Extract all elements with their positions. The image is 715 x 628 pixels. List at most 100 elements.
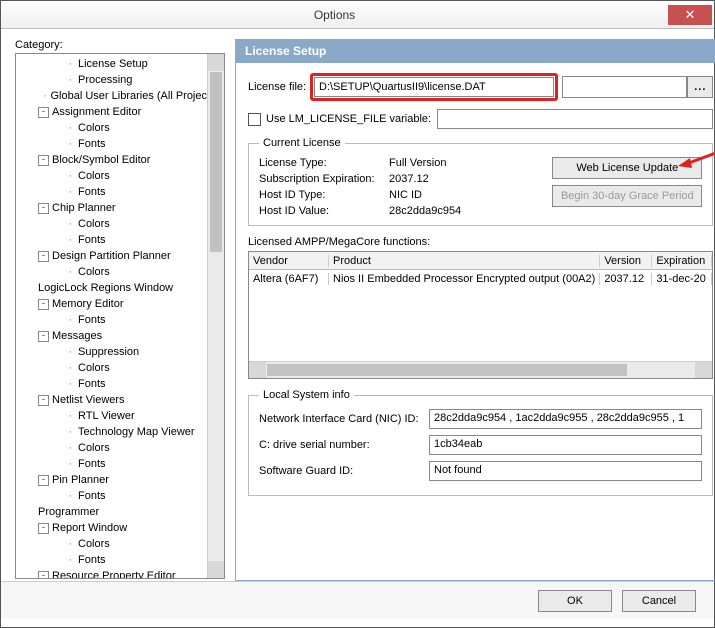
table-header[interactable]: Vendor Product Version Expiration [249,252,712,270]
browse-button[interactable]: ... [687,76,713,98]
license-file-input-ext[interactable] [562,76,687,98]
tree-item[interactable]: ·Colors [16,264,207,280]
tree-item-label: Memory Editor [52,298,124,310]
table-hscrollbar[interactable] [249,361,712,378]
hscroll-thumb[interactable] [267,364,627,376]
tree-item[interactable]: ·Suppression [16,344,207,360]
expand-icon[interactable]: - [38,203,49,214]
tree-item-label: Global User Libraries (All Projec [51,90,208,102]
tree-item-label: Block/Symbol Editor [52,154,150,166]
local-system-group: Local System info Network Interface Card… [248,389,713,496]
use-lm-checkbox[interactable] [248,113,261,126]
tree-item[interactable]: -Design Partition Planner [16,248,207,264]
tree-item[interactable]: ·Colors [16,440,207,456]
tree-item[interactable]: ·Colors [16,120,207,136]
tree-item[interactable]: ·Fonts [16,488,207,504]
tree-item[interactable]: ·Technology Map Viewer [16,424,207,440]
tree-item[interactable]: -Assignment Editor [16,104,207,120]
tree-item-label: Fonts [78,378,106,390]
close-button[interactable]: ✕ [668,5,712,25]
tree-item[interactable]: ·Fonts [16,136,207,152]
tree-item[interactable]: ·Colors [16,216,207,232]
license-file-input[interactable] [314,77,554,97]
web-license-update-button[interactable]: Web License Update [552,157,702,179]
lic-type-label: License Type: [259,157,389,169]
tree-bullet-icon: · [66,346,75,358]
scrollbar-thumb[interactable] [210,72,222,252]
tree-item[interactable]: -Memory Editor [16,296,207,312]
tree-bullet-icon: · [66,122,75,134]
tree-item[interactable]: ·License Setup [16,56,207,72]
tree-item-label: Fonts [78,458,106,470]
expand-icon[interactable]: - [38,571,49,579]
tree-item[interactable]: ·RTL Viewer [16,408,207,424]
tree-bullet-icon: · [66,538,75,550]
expand-icon[interactable]: - [38,155,49,166]
col-expiration[interactable]: Expiration [652,255,712,267]
tree-item[interactable]: ·Colors [16,168,207,184]
tree-bullet-icon: · [66,442,75,454]
tree-item[interactable]: ·Fonts [16,376,207,392]
ellipsis-icon: ... [694,81,706,93]
grace-period-button: Begin 30-day Grace Period [552,185,702,207]
guard-id-label: Software Guard ID: [259,465,429,477]
tree-bullet-icon: · [66,218,75,230]
use-lm-input[interactable] [437,109,713,129]
tree-bullet-icon: · [66,266,75,278]
category-tree[interactable]: ·License Setup·Processing·Global User Li… [16,54,207,578]
sub-exp-label: Subscription Expiration: [259,173,389,185]
tree-item[interactable]: ·Fonts [16,232,207,248]
tree-item[interactable]: ·Colors [16,360,207,376]
tree-bullet-icon: · [66,362,75,374]
expand-icon[interactable]: - [38,299,49,310]
cell-product: Nios II Embedded Processor Encrypted out… [329,273,600,285]
expand-icon[interactable]: - [38,523,49,534]
tree-scrollbar[interactable] [207,54,224,578]
tree-bullet-icon: · [66,74,75,86]
tree-item[interactable]: -Netlist Viewers [16,392,207,408]
tree-bullet-icon: · [66,490,75,502]
c-drive-label: C: drive serial number: [259,439,429,451]
expand-icon[interactable]: - [38,251,49,262]
col-product[interactable]: Product [329,255,600,267]
tree-item[interactable]: ·Fonts [16,312,207,328]
cell-version: 2037.12 [600,273,652,285]
expand-icon[interactable]: - [38,331,49,342]
panel-header: License Setup [235,39,715,63]
tree-item[interactable]: -Messages [16,328,207,344]
tree-item-label: Colors [78,442,110,454]
tree-item-label: Resource Property Editor [52,570,176,578]
expand-icon[interactable]: - [38,395,49,406]
tree-item-label: Fonts [78,490,106,502]
ok-button[interactable]: OK [538,590,612,612]
functions-label: Licensed AMPP/MegaCore functions: [248,236,713,248]
hostid-type-label: Host ID Type: [259,189,389,201]
category-label: Category: [15,39,225,51]
tree-bullet-icon: · [66,234,75,246]
tree-item[interactable]: ·Processing [16,72,207,88]
current-license-legend: Current License [259,137,345,149]
tree-item[interactable]: ·Fonts [16,456,207,472]
col-vendor[interactable]: Vendor [249,255,329,267]
tree-item-label: Colors [78,218,110,230]
tree-item-label: Fonts [78,138,106,150]
tree-item[interactable]: LogicLock Regions Window [16,280,207,296]
tree-item[interactable]: -Report Window [16,520,207,536]
tree-item-label: License Setup [78,58,148,70]
nic-id-value: 28c2dda9c954 , 1ac2dda9c955 , 28c2dda9c9… [429,409,702,429]
tree-item[interactable]: -Chip Planner [16,200,207,216]
tree-item[interactable]: ·Global User Libraries (All Projec [16,88,207,104]
table-row[interactable]: Altera (6AF7) Nios II Embedded Processor… [249,270,712,288]
col-version[interactable]: Version [600,255,652,267]
tree-item[interactable]: -Resource Property Editor [16,568,207,578]
tree-bullet-icon: · [66,170,75,182]
tree-item[interactable]: ·Colors [16,536,207,552]
expand-icon[interactable]: - [38,475,49,486]
tree-item[interactable]: ·Fonts [16,552,207,568]
tree-item[interactable]: Programmer [16,504,207,520]
tree-item[interactable]: -Block/Symbol Editor [16,152,207,168]
tree-item[interactable]: -Pin Planner [16,472,207,488]
cancel-button[interactable]: Cancel [622,590,696,612]
tree-item[interactable]: ·Fonts [16,184,207,200]
expand-icon[interactable]: - [38,107,49,118]
